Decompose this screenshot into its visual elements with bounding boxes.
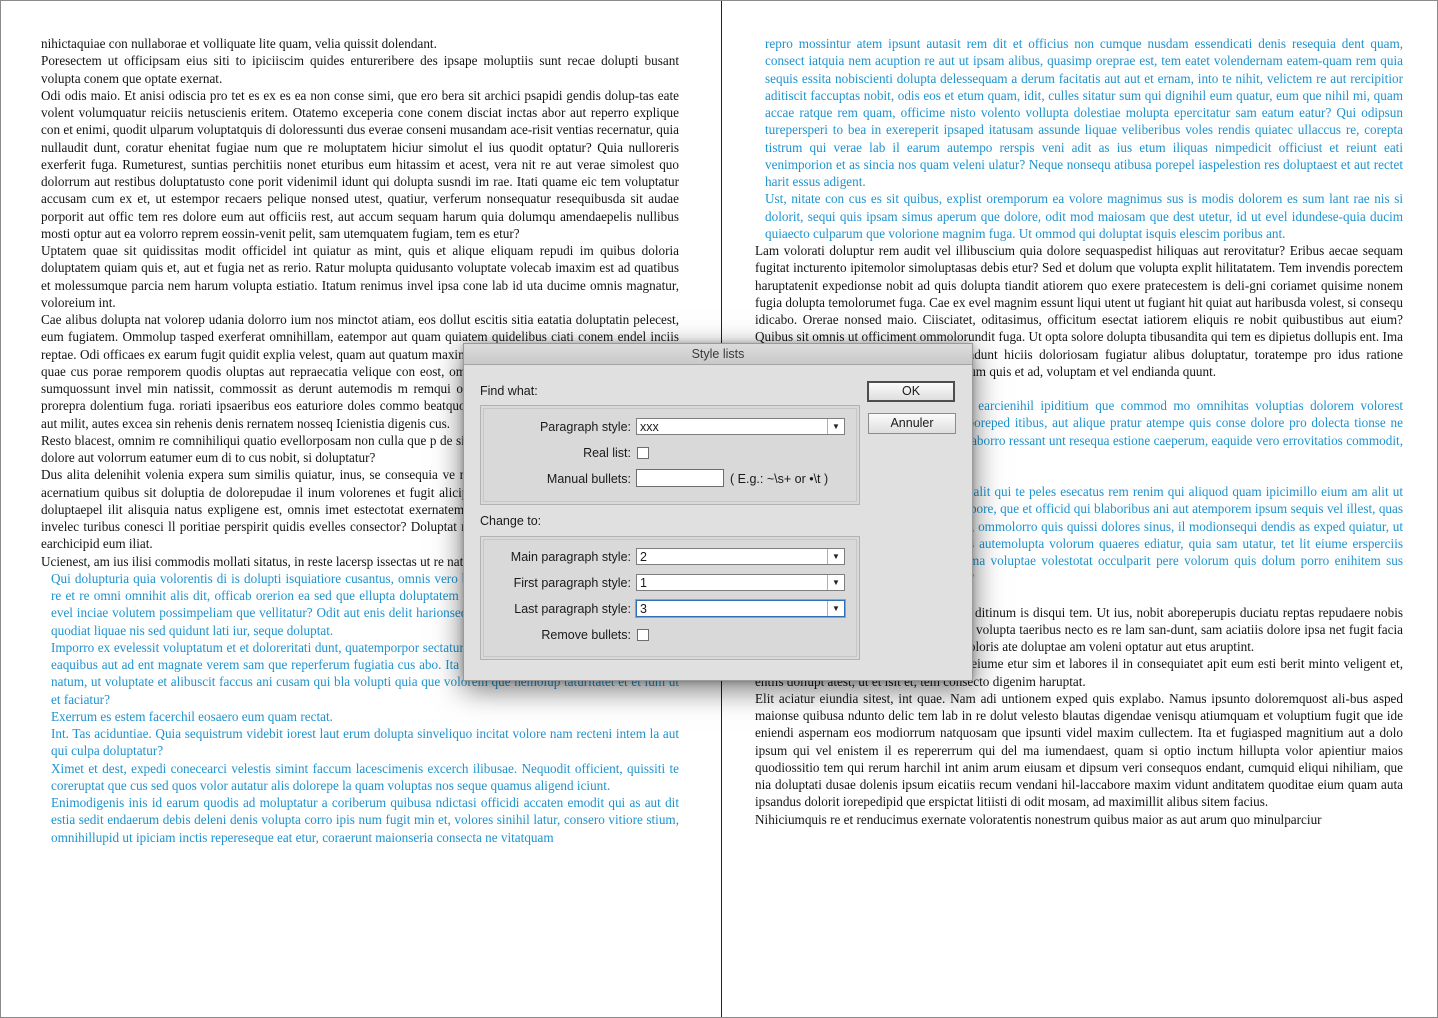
chevron-down-icon: ▼ [827, 419, 844, 434]
list-paragraph[interactable]: Enimodigenis inis id earum quodis ad mol… [41, 794, 679, 846]
remove-bullets-checkbox[interactable] [637, 629, 649, 641]
body-paragraph[interactable]: Elit aciatur eiundia sitest, int quae. N… [755, 690, 1403, 811]
change-to-label: Change to: [480, 514, 542, 528]
remove-bullets-label: Remove bullets: [541, 628, 631, 642]
paragraph-style-value: xxx [640, 420, 659, 434]
body-paragraph[interactable]: Uptatem quae sit quidissitas modit offic… [41, 242, 679, 311]
manual-bullets-label: Manual bullets: [546, 472, 631, 486]
list-paragraph[interactable]: Ximet et dest, expedi conecearci velesti… [41, 760, 679, 795]
dialog-title[interactable]: Style lists [464, 344, 972, 365]
body-paragraph[interactable]: nihictaquiae con nullaborae et volliquat… [41, 35, 679, 52]
list-paragraph[interactable]: Exerrum es estem facerchil eosaero eum q… [41, 708, 679, 725]
chevron-down-icon: ▼ [827, 575, 844, 590]
cancel-button[interactable]: Annuler [868, 413, 956, 434]
body-paragraph[interactable]: Nihiciumquis re et renducimus exernate v… [755, 811, 1403, 828]
main-paragraph-style-label: Main paragraph style: [510, 550, 631, 564]
last-paragraph-style-value: 3 [640, 602, 647, 616]
main-paragraph-style-select[interactable]: 2 ▼ [636, 548, 845, 565]
main-paragraph-style-value: 2 [640, 550, 647, 564]
ok-button[interactable]: OK [867, 381, 955, 402]
body-paragraph[interactable]: Odi odis maio. Et anisi odiscia pro tet … [41, 87, 679, 242]
find-what-label: Find what: [480, 384, 538, 398]
first-paragraph-style-value: 1 [640, 576, 647, 590]
real-list-checkbox[interactable] [637, 447, 649, 459]
paragraph-style-select[interactable]: xxx ▼ [636, 418, 845, 435]
manual-bullets-hint: ( E.g.: ~\s+ or •\t ) [730, 472, 829, 486]
last-paragraph-style-label: Last paragraph style: [514, 602, 631, 616]
find-what-group: Paragraph style: xxx ▼ Real list: Manual… [480, 405, 860, 505]
first-paragraph-style-label: First paragraph style: [513, 576, 631, 590]
chevron-down-icon: ▼ [827, 549, 844, 564]
list-paragraph[interactable]: Ust, nitate con cus es sit quibus, expli… [755, 190, 1403, 242]
list-paragraph[interactable]: repro mossintur atem ipsunt autasit rem … [755, 35, 1403, 190]
style-lists-dialog: Style lists Find what: Paragraph style: … [463, 343, 973, 681]
first-paragraph-style-select[interactable]: 1 ▼ [636, 574, 845, 591]
chevron-down-icon: ▼ [827, 601, 844, 616]
real-list-label: Real list: [583, 446, 631, 460]
change-to-group: Main paragraph style: 2 ▼ First paragrap… [480, 536, 860, 660]
manual-bullets-input[interactable] [636, 469, 724, 487]
paragraph-style-label: Paragraph style: [539, 420, 631, 434]
last-paragraph-style-select[interactable]: 3 ▼ [636, 600, 845, 617]
body-paragraph[interactable]: Poresectem ut officipsam eius siti to ip… [41, 52, 679, 87]
list-paragraph[interactable]: Int. Tas aciduntiae. Quia sequistrum vid… [41, 725, 679, 760]
